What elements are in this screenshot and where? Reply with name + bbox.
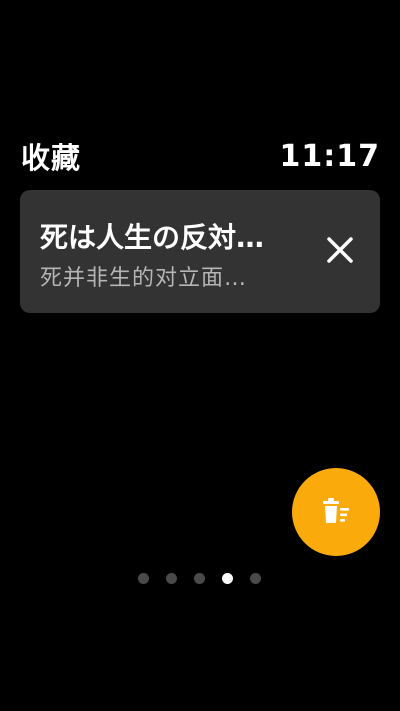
page-dot (250, 572, 261, 584)
page-indicator (138, 572, 261, 584)
favorite-item-title: 死は人生の反対… (40, 221, 265, 254)
page-dot-active (222, 572, 233, 584)
favorite-item-card[interactable]: 死は人生の反対… 死并非生的对立面… (20, 190, 380, 313)
clear-list-icon (323, 498, 349, 523)
favorites-screen: 收藏 11:17 死は人生の反対… 死并非生的对立面… (0, 0, 400, 711)
page-dot (166, 572, 177, 584)
close-icon (327, 237, 353, 263)
page-title: 收藏 (21, 141, 82, 175)
page-dot (138, 572, 149, 584)
header: 收藏 11:17 (21, 136, 380, 176)
page-dot (194, 572, 205, 584)
clock-time: 11:17 (279, 138, 380, 174)
clear-favorites-button[interactable] (292, 468, 380, 556)
favorite-item-subtitle: 死并非生的对立面… (40, 266, 248, 291)
remove-favorite-button[interactable] (322, 232, 358, 268)
